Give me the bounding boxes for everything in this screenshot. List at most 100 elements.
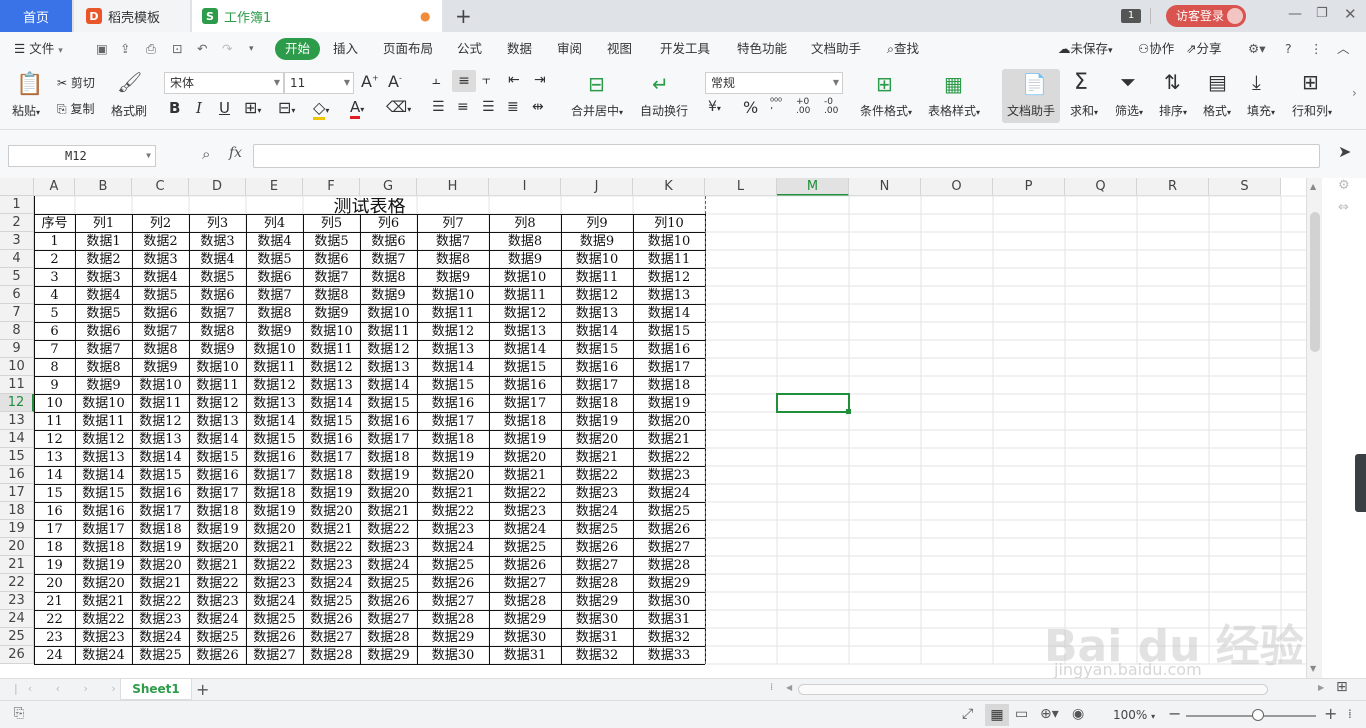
- table-cell[interactable]: 数据30: [489, 629, 561, 647]
- table-cell[interactable]: 数据28: [561, 575, 633, 593]
- table-header-cell[interactable]: 列7: [417, 215, 489, 233]
- formula-input[interactable]: [253, 144, 1320, 168]
- table-cell[interactable]: 数据23: [75, 629, 132, 647]
- collaborate-button[interactable]: ⚇协作: [1138, 38, 1174, 60]
- rows-columns-button[interactable]: 行和列▾: [1292, 102, 1332, 119]
- table-header-cell[interactable]: 列10: [633, 215, 705, 233]
- menu-insert[interactable]: 插入: [333, 38, 358, 60]
- table-cell[interactable]: 数据31: [489, 647, 561, 665]
- table-cell[interactable]: 数据10: [633, 233, 705, 251]
- table-cell[interactable]: 数据18: [189, 503, 246, 521]
- table-cell[interactable]: 数据24: [489, 521, 561, 539]
- currency-icon[interactable]: ¥▾: [708, 99, 721, 115]
- name-box[interactable]: M12 ▼: [8, 145, 156, 167]
- table-cell[interactable]: 数据2: [132, 233, 189, 251]
- menu-formula[interactable]: 公式: [457, 38, 482, 60]
- table-cell[interactable]: 数据16: [360, 413, 417, 431]
- table-cell[interactable]: 数据24: [303, 575, 360, 593]
- table-cell[interactable]: 12: [34, 431, 75, 449]
- merge-center-button[interactable]: 合并居中▾: [571, 102, 623, 119]
- window-count-badge[interactable]: 1: [1121, 9, 1141, 23]
- table-cell[interactable]: 数据6: [132, 305, 189, 323]
- filter-button[interactable]: 筛选▾: [1115, 102, 1143, 119]
- table-cell[interactable]: 数据14: [303, 395, 360, 413]
- table-cell[interactable]: 数据26: [246, 629, 303, 647]
- table-cell[interactable]: 数据12: [633, 269, 705, 287]
- table-cell[interactable]: 数据7: [303, 269, 360, 287]
- table-cell[interactable]: 数据24: [561, 503, 633, 521]
- table-cell[interactable]: 数据20: [489, 449, 561, 467]
- table-cell[interactable]: 数据25: [633, 503, 705, 521]
- table-cell[interactable]: 数据27: [489, 575, 561, 593]
- guest-login-button[interactable]: 访客登录: [1166, 5, 1246, 27]
- table-cell[interactable]: 数据4: [132, 269, 189, 287]
- table-cell[interactable]: 数据16: [303, 431, 360, 449]
- table-cell[interactable]: 20: [34, 575, 75, 593]
- table-cell[interactable]: 数据14: [561, 323, 633, 341]
- table-cell[interactable]: 数据3: [132, 251, 189, 269]
- table-cell[interactable]: 数据31: [561, 629, 633, 647]
- table-cell[interactable]: 数据3: [189, 233, 246, 251]
- print-preview-icon[interactable]: ⊡: [172, 38, 182, 60]
- table-cell[interactable]: 数据10: [360, 305, 417, 323]
- table-cell[interactable]: 数据29: [561, 593, 633, 611]
- collapse-ribbon-icon[interactable]: ︿: [1337, 38, 1350, 60]
- table-header-cell[interactable]: 序号: [34, 215, 75, 233]
- align-top-icon[interactable]: ⫠: [432, 72, 440, 88]
- table-cell[interactable]: 数据21: [633, 431, 705, 449]
- table-header-cell[interactable]: 列8: [489, 215, 561, 233]
- normal-view-icon[interactable]: ▦: [985, 704, 1009, 726]
- table-cell[interactable]: 数据13: [75, 449, 132, 467]
- table-cell[interactable]: 数据18: [417, 431, 489, 449]
- table-cell[interactable]: 数据19: [246, 503, 303, 521]
- table-cell[interactable]: 18: [34, 539, 75, 557]
- table-cell[interactable]: 数据30: [417, 647, 489, 665]
- table-cell[interactable]: 16: [34, 503, 75, 521]
- table-cell[interactable]: 数据20: [561, 431, 633, 449]
- table-style-icon[interactable]: ▦: [944, 72, 963, 96]
- table-cell[interactable]: 数据5: [246, 251, 303, 269]
- table-cell[interactable]: 数据9: [246, 323, 303, 341]
- table-cell[interactable]: 数据27: [633, 539, 705, 557]
- table-cell[interactable]: 数据12: [303, 359, 360, 377]
- table-cell[interactable]: 数据1: [75, 233, 132, 251]
- table-cell[interactable]: 数据10: [132, 377, 189, 395]
- table-cell[interactable]: 数据20: [246, 521, 303, 539]
- table-cell[interactable]: 数据5: [303, 233, 360, 251]
- table-cell[interactable]: 数据18: [303, 467, 360, 485]
- table-header-cell[interactable]: 列2: [132, 215, 189, 233]
- table-cell[interactable]: 数据21: [417, 485, 489, 503]
- table-cell[interactable]: 数据16: [561, 359, 633, 377]
- font-color-icon[interactable]: A▾: [350, 98, 364, 119]
- table-cell[interactable]: 数据14: [417, 359, 489, 377]
- table-cell[interactable]: 数据18: [633, 377, 705, 395]
- table-cell[interactable]: 24: [34, 647, 75, 665]
- table-cell[interactable]: 数据17: [360, 431, 417, 449]
- table-cell[interactable]: 数据23: [246, 575, 303, 593]
- minimize-icon[interactable]: —: [1288, 6, 1302, 22]
- table-cell[interactable]: 数据9: [189, 341, 246, 359]
- sheet-tab-sheet1[interactable]: Sheet1: [120, 679, 192, 700]
- table-cell[interactable]: 数据21: [303, 521, 360, 539]
- more-icon[interactable]: ⋮: [1310, 38, 1323, 60]
- table-cell[interactable]: 数据22: [417, 503, 489, 521]
- increase-font-icon[interactable]: A+: [361, 72, 379, 91]
- table-cell[interactable]: 数据15: [132, 467, 189, 485]
- unsaved-status[interactable]: ☁未保存▾: [1058, 38, 1113, 60]
- table-cell[interactable]: 数据27: [360, 611, 417, 629]
- page-layout-view-icon[interactable]: ▭: [1015, 706, 1028, 722]
- table-cell[interactable]: 数据24: [132, 629, 189, 647]
- italic-icon[interactable]: I: [196, 99, 202, 117]
- table-cell[interactable]: 数据22: [561, 467, 633, 485]
- table-cell[interactable]: 数据7: [360, 251, 417, 269]
- side-tool-icon[interactable]: ⚙: [1338, 178, 1350, 193]
- table-cell[interactable]: 11: [34, 413, 75, 431]
- page-break-view-icon[interactable]: ⊕▾: [1040, 706, 1059, 722]
- table-cell[interactable]: 数据9: [561, 233, 633, 251]
- fill-icon[interactable]: ⤓: [1252, 70, 1261, 94]
- table-cell[interactable]: 数据15: [189, 449, 246, 467]
- table-cell[interactable]: 数据23: [633, 467, 705, 485]
- eye-protection-icon[interactable]: ◉: [1072, 706, 1084, 722]
- table-cell[interactable]: 数据27: [246, 647, 303, 665]
- table-cell[interactable]: 8: [34, 359, 75, 377]
